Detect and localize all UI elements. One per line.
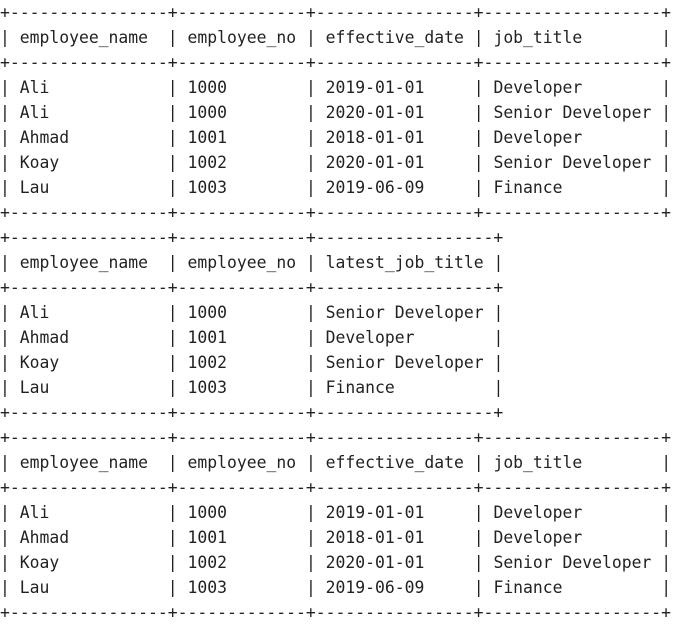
table-cell: 1000 [177, 78, 306, 97]
table-cell: 2018-01-01 [315, 528, 474, 547]
column-header: employee_name [9, 28, 168, 47]
table-cell: Ahmad [9, 328, 168, 347]
table-cell: Senior Developer [315, 303, 494, 322]
table-cell: 1003 [177, 378, 306, 397]
table-cell: Ali [9, 78, 168, 97]
table-row: | Ali | 1000 | 2019-01-01 | Developer | [0, 500, 671, 525]
table-row: | Koay | 1002 | 2020-01-01 | Senior Deve… [0, 550, 671, 575]
table-cell: Lau [9, 178, 168, 197]
table-cell: Koay [9, 553, 168, 572]
column-header: employee_no [177, 453, 306, 472]
table-cell: 1001 [177, 528, 306, 547]
table-border-bottom: +----------------+-------------+--------… [0, 203, 672, 222]
table-cell: 1003 [177, 578, 306, 597]
employee-latest-jobs-table: +----------------+-------------+--------… [0, 425, 671, 625]
column-header: effective_date [315, 28, 474, 47]
table-cell: 1000 [177, 103, 306, 122]
table-border-top: +----------------+-------------+--------… [0, 228, 504, 247]
table-row: | Koay | 1002 | Senior Developer | [0, 350, 503, 375]
table-cell: Finance [483, 178, 662, 197]
table-header-row: | employee_name | employee_no | latest_j… [0, 250, 503, 275]
table-row: | Ahmad | 1001 | 2018-01-01 | Developer … [0, 525, 671, 550]
table-cell: Lau [9, 578, 168, 597]
table-border-header: +----------------+-------------+--------… [0, 478, 672, 497]
table-header-row: | employee_name | employee_no | effectiv… [0, 25, 671, 50]
table-cell: 2019-01-01 [315, 503, 474, 522]
table-cell: 2019-06-09 [315, 578, 474, 597]
table-cell: Ali [9, 103, 168, 122]
table-cell: Ali [9, 303, 168, 322]
table-border-header: +----------------+-------------+--------… [0, 53, 672, 72]
column-header: employee_name [9, 453, 168, 472]
table-cell: Ali [9, 503, 168, 522]
column-header: employee_no [177, 253, 306, 272]
table-cell: 2020-01-01 [315, 553, 474, 572]
table-row: | Lau | 1003 | 2019-06-09 | Finance | [0, 575, 671, 600]
table-cell: 1000 [177, 503, 306, 522]
table-cell: Ahmad [9, 528, 168, 547]
table-cell: Ahmad [9, 128, 168, 147]
table-row: | Ahmad | 1001 | 2018-01-01 | Developer … [0, 125, 671, 150]
table-row: | Ali | 1000 | 2020-01-01 | Senior Devel… [0, 100, 671, 125]
table-border-top: +----------------+-------------+--------… [0, 428, 672, 447]
table-row: | Koay | 1002 | 2020-01-01 | Senior Deve… [0, 150, 671, 175]
table-cell: 1002 [177, 353, 306, 372]
column-header: job_title [483, 28, 662, 47]
table-cell: Senior Developer [483, 153, 662, 172]
table-cell: 2018-01-01 [315, 128, 474, 147]
table-cell: Senior Developer [315, 353, 494, 372]
table-border-top: +----------------+-------------+--------… [0, 3, 672, 22]
table-cell: 2019-01-01 [315, 78, 474, 97]
table-cell: Finance [315, 378, 494, 397]
table-row: | Lau | 1003 | Finance | [0, 375, 503, 400]
table-header-row: | employee_name | employee_no | effectiv… [0, 450, 671, 475]
table-cell: Senior Developer [483, 553, 662, 572]
column-header: employee_name [9, 253, 168, 272]
column-header: effective_date [315, 453, 474, 472]
column-header: employee_no [177, 28, 306, 47]
table-row: | Lau | 1003 | 2019-06-09 | Finance | [0, 175, 671, 200]
table-cell: 1001 [177, 128, 306, 147]
table-cell: Developer [315, 328, 494, 347]
table-cell: 2020-01-01 [315, 103, 474, 122]
table-cell: 1000 [177, 303, 306, 322]
table-cell: Finance [483, 578, 662, 597]
table-cell: 2019-06-09 [315, 178, 474, 197]
table-border-header: +----------------+-------------+--------… [0, 278, 504, 297]
table-cell: 1003 [177, 178, 306, 197]
table-row: | Ali | 1000 | Senior Developer | [0, 300, 503, 325]
table-cell: Lau [9, 378, 168, 397]
column-header: job_title [483, 453, 662, 472]
employee-jobs-table: +----------------+-------------+--------… [0, 0, 671, 225]
table-cell: Developer [483, 528, 662, 547]
table-cell: Senior Developer [483, 103, 662, 122]
table-row: | Ali | 1000 | 2019-01-01 | Developer | [0, 75, 671, 100]
table-border-bottom: +----------------+-------------+--------… [0, 603, 672, 622]
latest-job-title-table: +----------------+-------------+--------… [0, 225, 503, 425]
table-cell: 1002 [177, 553, 306, 572]
table-cell: 2020-01-01 [315, 153, 474, 172]
table-cell: Koay [9, 353, 168, 372]
table-cell: 1001 [177, 328, 306, 347]
table-cell: Developer [483, 503, 662, 522]
column-header: latest_job_title [315, 253, 494, 272]
table-row: | Ahmad | 1001 | Developer | [0, 325, 503, 350]
table-cell: Developer [483, 78, 662, 97]
table-border-bottom: +----------------+-------------+--------… [0, 403, 504, 422]
table-cell: 1002 [177, 153, 306, 172]
table-cell: Koay [9, 153, 168, 172]
table-cell: Developer [483, 128, 662, 147]
